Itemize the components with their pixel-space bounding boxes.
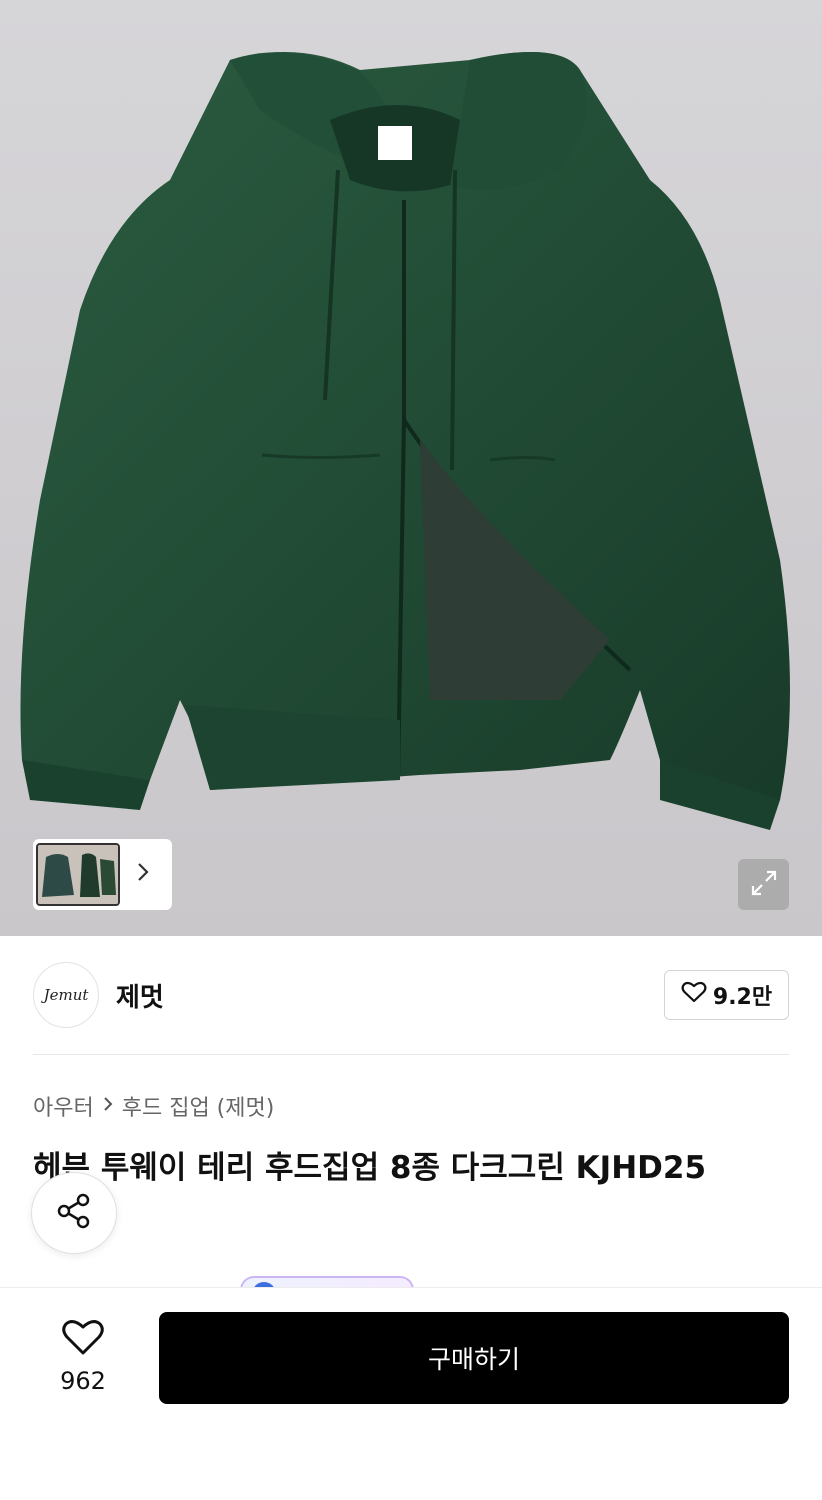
brand-name[interactable]: 제멋 <box>116 977 164 1014</box>
share-icon <box>54 1191 94 1235</box>
breadcrumb-category[interactable]: 아우터 <box>33 1090 94 1122</box>
chevron-right-icon[interactable] <box>136 862 150 888</box>
expand-button[interactable] <box>738 859 789 910</box>
breadcrumb: 아우터 후드 집업 (제멋) <box>33 1090 274 1122</box>
product-image[interactable] <box>0 0 822 936</box>
share-button[interactable] <box>31 1172 117 1254</box>
hoodie-illustration <box>20 52 790 830</box>
buy-button[interactable]: 구매하기 <box>159 1312 789 1404</box>
brand-logo-text: Jemut <box>43 986 89 1004</box>
wish-count: 962 <box>60 1367 106 1395</box>
product-title: 헤븐 투웨이 테리 후드집업 8종 다크그린 KJHD25 <box>33 1150 707 1186</box>
brand-row: Jemut 제멋 9.2만 <box>33 962 789 1028</box>
expand-icon <box>749 868 779 902</box>
brand-like-count: 9.2만 <box>712 985 773 1010</box>
wish-button[interactable]: 962 <box>33 1316 133 1396</box>
brand-logo[interactable]: Jemut <box>33 962 99 1028</box>
heart-outline-icon <box>61 1317 105 1361</box>
thumbnail-image[interactable] <box>36 843 120 906</box>
chevron-right-icon <box>102 1094 114 1119</box>
thumbnail-strip[interactable] <box>33 839 172 910</box>
divider <box>33 1054 789 1055</box>
breadcrumb-subcategory[interactable]: 후드 집업 (제멋) <box>122 1090 275 1122</box>
heart-outline-icon <box>681 980 707 1010</box>
brand-like-button[interactable]: 9.2만 <box>664 970 789 1020</box>
product-page: Jemut 제멋 9.2만 아우터 후드 집업 (제멋) 헤븐 투웨이 테리 후… <box>0 0 822 1500</box>
